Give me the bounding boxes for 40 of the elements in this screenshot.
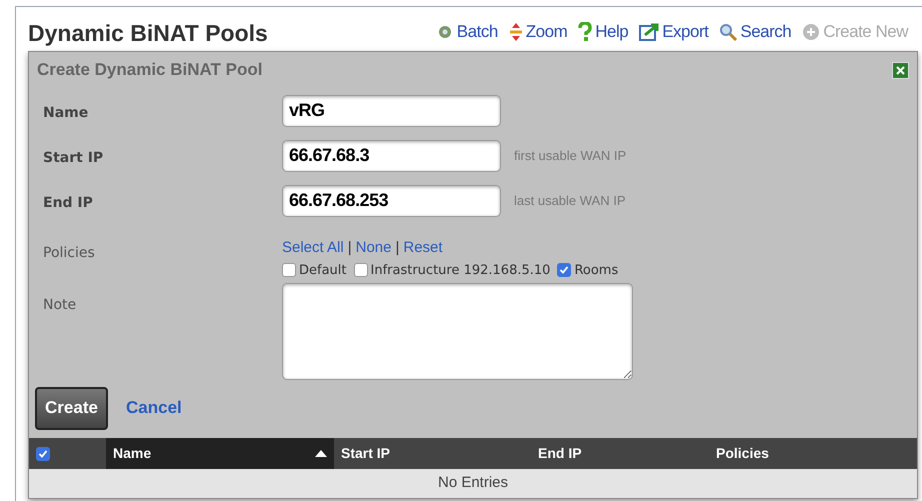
note-field[interactable] (282, 283, 633, 380)
text-field[interactable]: vRG (282, 94, 501, 126)
select-all-checkbox[interactable] (36, 446, 50, 460)
checkbox[interactable] (557, 263, 572, 278)
field-label: Name (42, 104, 90, 123)
field-label: Policies (42, 244, 96, 263)
column-header[interactable]: Name (106, 438, 334, 469)
checkbox-label: Rooms (574, 262, 618, 280)
toolbar-link[interactable]: Batch (436, 19, 498, 44)
checkbox-label: Infrastructure 192.168.5.10 (370, 262, 550, 280)
create-button[interactable]: Create (35, 386, 108, 430)
page-title: Dynamic BiNAT Pools (28, 18, 268, 48)
column-header[interactable]: End IP (531, 438, 709, 469)
toolbar-link[interactable]: Help (578, 19, 628, 44)
field-label: Start IP (42, 149, 104, 168)
text-field[interactable]: 66.67.68.3 (282, 140, 501, 172)
arrows-icon (508, 22, 523, 42)
checkbox[interactable] (282, 263, 296, 278)
column-header[interactable]: Policies (709, 438, 917, 469)
search-icon (719, 22, 738, 41)
empty-message: No Entries (29, 469, 917, 498)
toolbar-link[interactable]: Zoom (508, 19, 568, 44)
export-icon (639, 22, 660, 41)
close-icon[interactable] (892, 62, 909, 78)
question-icon (578, 22, 592, 42)
checkbox-label: Default (299, 262, 346, 280)
separator: | (395, 238, 400, 258)
field-label: Note (42, 296, 78, 315)
sort-up-icon (315, 450, 327, 457)
toolbar-link[interactable]: Export (639, 19, 708, 44)
panel-title: Create Dynamic BiNAT Pool (37, 59, 262, 82)
field-label: End IP (42, 194, 94, 213)
text-field[interactable]: 66.67.68.253 (282, 184, 501, 216)
separator: | (348, 238, 352, 258)
plus-icon (802, 22, 820, 41)
hint-text: first usable WAN IP (514, 146, 626, 165)
toolbar-link[interactable]: Search (719, 19, 792, 44)
checkbox[interactable] (354, 263, 368, 278)
column-header[interactable]: Start IP (334, 438, 531, 469)
hint-text: last usable WAN IP (514, 192, 626, 210)
